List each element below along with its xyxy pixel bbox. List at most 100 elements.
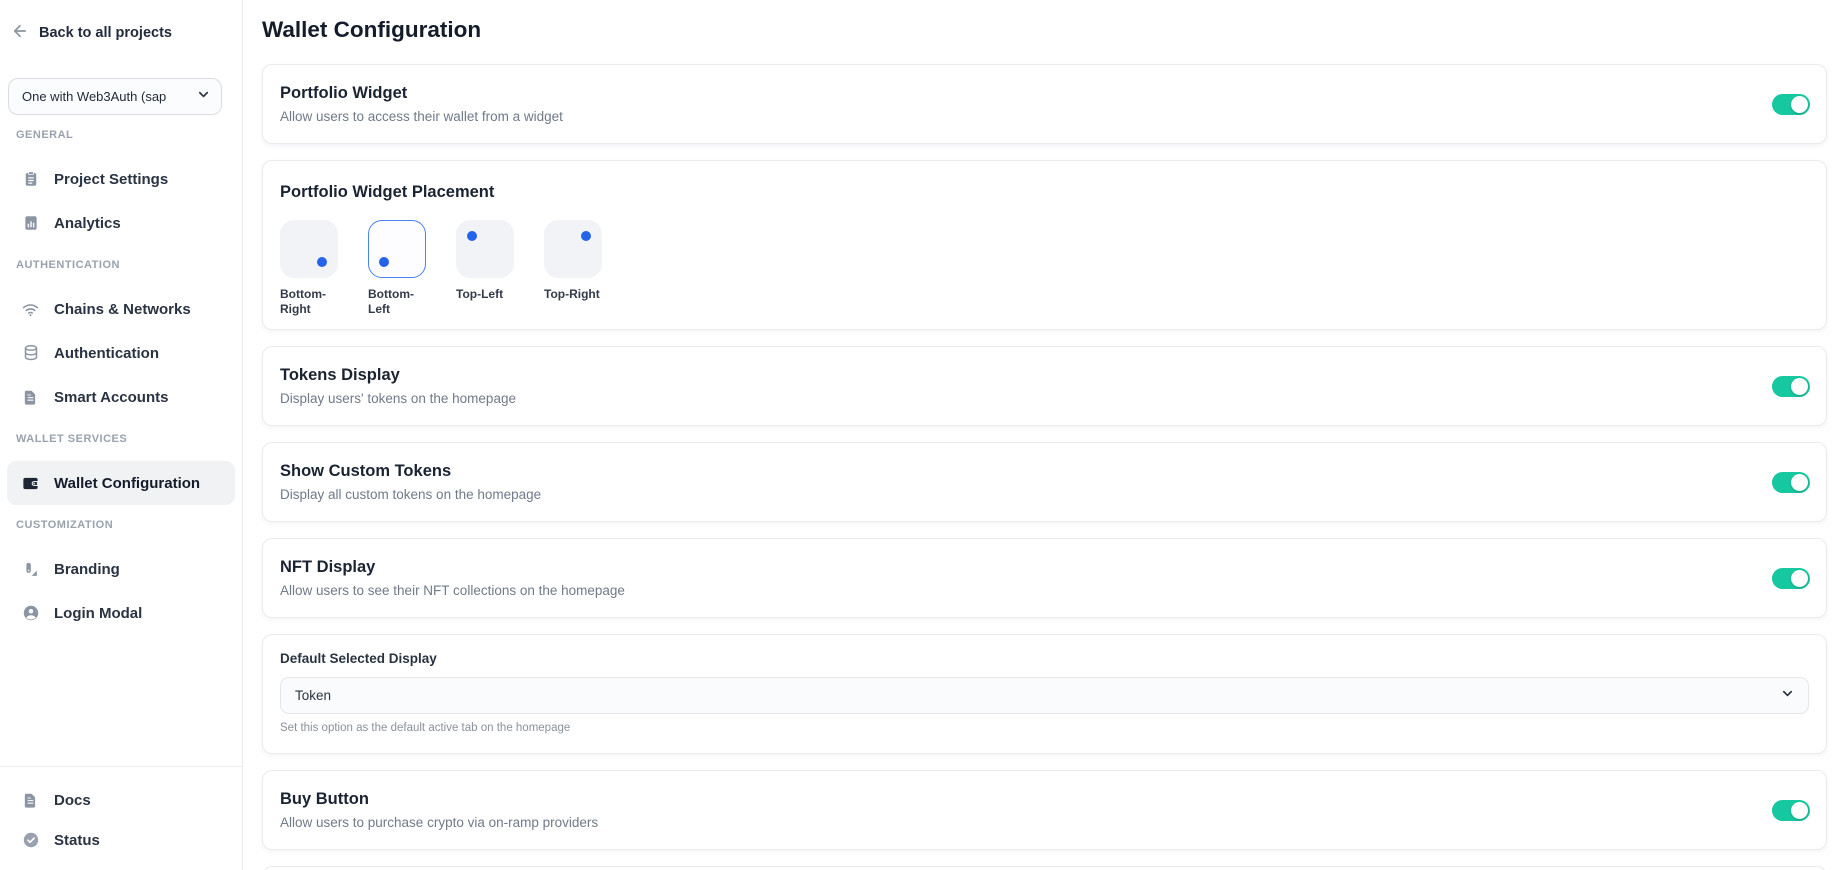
card-description: Allow users to see their NFT collections… — [280, 583, 625, 598]
card-description: Display all custom tokens on the homepag… — [280, 487, 541, 502]
placement-option-bottom-left[interactable]: Bottom-Left — [368, 220, 428, 317]
sidebar-item-label: Smart Accounts — [54, 389, 168, 406]
section-label-authentication: AUTHENTICATION — [16, 259, 235, 271]
file-icon — [21, 388, 40, 407]
placement-dot-icon — [581, 231, 591, 241]
placement-dot-icon — [467, 231, 477, 241]
select-helper-text: Set this option as the default active ta… — [280, 722, 1809, 734]
card-title: Portfolio Widget — [280, 84, 563, 103]
sidebar-item-chains-networks[interactable]: Chains & Networks — [7, 287, 235, 331]
user-circle-icon — [21, 604, 40, 623]
placement-preview — [280, 220, 338, 278]
placement-dot-icon — [317, 257, 327, 267]
placement-option-top-right[interactable]: Top-Right — [544, 220, 604, 317]
check-circle-icon — [21, 831, 40, 850]
select-label: Default Selected Display — [280, 651, 1809, 667]
sidebar-item-label: Docs — [54, 792, 91, 809]
app-window: Back to all projects One with Web3Auth (… — [0, 0, 1840, 870]
default-selected-display-select[interactable]: Token — [280, 677, 1809, 714]
card-description: Allow users to access their wallet from … — [280, 109, 563, 124]
toggle-knob — [1791, 802, 1808, 819]
sidebar-item-branding[interactable]: Branding — [7, 547, 235, 591]
toggle-knob — [1791, 96, 1808, 113]
card-description: Display users' tokens on the homepage — [280, 391, 516, 406]
toggle-knob — [1791, 570, 1808, 587]
back-to-projects-button[interactable]: Back to all projects — [7, 22, 235, 44]
placement-preview — [456, 220, 514, 278]
card-nft-display: NFT Display Allow users to see their NFT… — [262, 538, 1827, 618]
card-text: Portfolio Widget Allow users to access t… — [280, 84, 563, 124]
toggle-knob — [1791, 474, 1808, 491]
card-portfolio-widget: Portfolio Widget Allow users to access t… — [262, 64, 1827, 144]
card-title: NFT Display — [280, 558, 625, 577]
sidebar-nav: GENERAL Project Settings Analytics AUTHENTI… — [7, 115, 235, 635]
sidebar-item-analytics[interactable]: Analytics — [7, 201, 235, 245]
sidebar-item-label: Project Settings — [54, 171, 168, 188]
card-text: Show Custom Tokens Display all custom to… — [280, 462, 541, 502]
card-portfolio-widget-placement: Portfolio Widget Placement Bottom-Right … — [262, 160, 1827, 330]
sidebar-item-status[interactable]: Status — [7, 820, 235, 860]
placement-option-bottom-right[interactable]: Bottom-Right — [280, 220, 340, 317]
cards-list: Portfolio Widget Allow users to access t… — [262, 64, 1827, 870]
select-value: Token — [295, 688, 1780, 703]
sidebar-item-label: Status — [54, 832, 100, 849]
wallet-icon — [21, 474, 40, 493]
sidebar-item-label: Analytics — [54, 215, 121, 232]
file-icon — [21, 791, 40, 810]
project-selector-value: One with Web3Auth (sap — [22, 89, 194, 104]
sidebar: Back to all projects One with Web3Auth (… — [0, 0, 243, 870]
placement-preview — [544, 220, 602, 278]
portfolio-widget-toggle[interactable] — [1772, 94, 1810, 115]
back-to-projects-label: Back to all projects — [39, 25, 172, 41]
sidebar-item-label: Authentication — [54, 345, 159, 362]
card-title: Show Custom Tokens — [280, 462, 541, 481]
buy-button-toggle[interactable] — [1772, 800, 1810, 821]
card-tokens-display: Tokens Display Display users' tokens on … — [262, 346, 1827, 426]
sidebar-item-project-settings[interactable]: Project Settings — [7, 157, 235, 201]
database-icon — [21, 344, 40, 363]
placement-option-label: Bottom-Left — [368, 287, 428, 317]
main-content: Wallet Configuration Portfolio Widget Al… — [243, 0, 1840, 870]
card-default-selected-display: Default Selected Display Token Set this … — [262, 634, 1827, 754]
placement-option-top-left[interactable]: Top-Left — [456, 220, 516, 317]
card-title: Buy Button — [280, 790, 598, 809]
sidebar-item-label: Login Modal — [54, 605, 142, 622]
sidebar-item-label: Wallet Configuration — [54, 475, 200, 492]
placement-dot-icon — [379, 257, 389, 267]
sidebar-item-label: Chains & Networks — [54, 301, 191, 318]
sidebar-item-docs[interactable]: Docs — [7, 780, 235, 820]
section-label-general: GENERAL — [16, 129, 235, 141]
chevron-down-icon — [194, 87, 211, 107]
placement-option-label: Bottom-Right — [280, 287, 340, 317]
sidebar-item-login-modal[interactable]: Login Modal — [7, 591, 235, 635]
card-text: Tokens Display Display users' tokens on … — [280, 366, 516, 406]
sidebar-spacer — [7, 635, 235, 766]
wifi-icon — [21, 300, 40, 319]
clipboard-icon — [21, 170, 40, 189]
placement-option-label: Top-Left — [456, 287, 516, 302]
section-label-customization: CUSTOMIZATION — [16, 519, 235, 531]
sidebar-item-wallet-configuration[interactable]: Wallet Configuration — [7, 461, 235, 505]
card-text: NFT Display Allow users to see their NFT… — [280, 558, 625, 598]
sidebar-item-label: Branding — [54, 561, 120, 578]
card-description: Allow users to purchase crypto via on-ra… — [280, 815, 598, 830]
sidebar-item-smart-accounts[interactable]: Smart Accounts — [7, 375, 235, 419]
placement-preview — [368, 220, 426, 278]
section-label-wallet-services: WALLET SERVICES — [16, 433, 235, 445]
tokens-display-toggle[interactable] — [1772, 376, 1810, 397]
card-title: Tokens Display — [280, 366, 516, 385]
card-partial-next — [262, 866, 1827, 870]
arrow-left-icon — [11, 22, 29, 44]
toggle-knob — [1791, 378, 1808, 395]
card-text: Buy Button Allow users to purchase crypt… — [280, 790, 598, 830]
card-title: Portfolio Widget Placement — [280, 182, 1809, 202]
project-selector[interactable]: One with Web3Auth (sap — [8, 78, 222, 115]
brush-icon — [21, 560, 40, 579]
analytics-icon — [21, 214, 40, 233]
card-buy-button: Buy Button Allow users to purchase crypt… — [262, 770, 1827, 850]
placement-options: Bottom-Right Bottom-Left Top-Left Top-Ri… — [280, 220, 1809, 317]
placement-option-label: Top-Right — [544, 287, 604, 302]
nft-display-toggle[interactable] — [1772, 568, 1810, 589]
sidebar-item-authentication[interactable]: Authentication — [7, 331, 235, 375]
show-custom-tokens-toggle[interactable] — [1772, 472, 1810, 493]
